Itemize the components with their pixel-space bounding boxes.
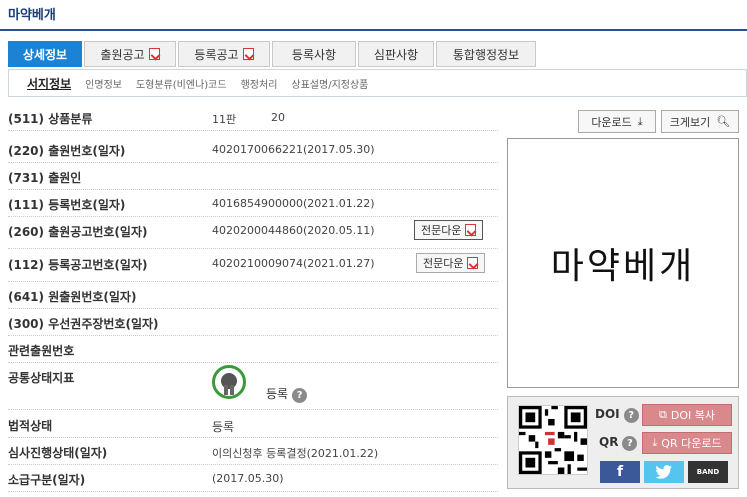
row-value: 4016854900000(2021.01.22): [212, 197, 375, 210]
row-label: (260) 출원공고번호(일자): [8, 225, 148, 239]
sub-tabs: 서지정보 인명정보 도형분류(비엔나)코드 행정처리 상표설명/지정상품: [8, 69, 747, 97]
info-row-legal-status: 법적상태 등록: [8, 411, 498, 438]
doi-label: DOI?: [595, 407, 639, 423]
main-tabs: 상세정보 출원공고 등록공고 등록사항 심판사항 통합행정정보: [8, 41, 538, 67]
info-row-reg-publication: (112) 등록공고번호(일자) 4020210009074(2021.01.2…: [8, 250, 498, 282]
share-panel: DOI? QR? ⧉ DOI 복사 ⤓ QR 다운로드 f BAND: [507, 396, 739, 489]
tab-registration-matters[interactable]: 등록사항: [272, 41, 356, 67]
row-value: 11판: [212, 113, 237, 126]
row-value: 등록: [212, 420, 235, 434]
status-value: 등록?: [266, 385, 308, 403]
trademark-preview: 마약베개: [507, 138, 739, 388]
zoom-button[interactable]: 크게보기 🔍︎: [661, 110, 739, 133]
row-label: (112) 등록공고번호(일자): [8, 258, 148, 272]
row-label: (220) 출원번호(일자): [8, 144, 126, 158]
row-value: (2017.05.30): [212, 472, 284, 485]
row-label: 소급구분(일자): [8, 473, 86, 487]
pdf-icon: [465, 224, 477, 236]
subtab-goods[interactable]: 상표설명/지정상품: [291, 76, 368, 91]
search-icon: 🔍︎: [716, 115, 731, 128]
row-value: 이의신청후 등록결정(2021.01.22): [212, 447, 379, 460]
info-row-priority: (300) 우선권주장번호(일자): [8, 309, 498, 336]
qr-code-icon: [519, 406, 587, 474]
row-label: (511) 상품분류: [8, 112, 93, 126]
help-icon[interactable]: ?: [292, 388, 308, 403]
twitter-icon: [655, 465, 672, 479]
download-icon: ⤓: [652, 436, 658, 449]
doi-copy-button[interactable]: ⧉ DOI 복사: [642, 404, 732, 426]
row-label: 심사진행상태(일자): [8, 446, 108, 460]
row-label: 법적상태: [8, 419, 53, 433]
title-divider: [0, 29, 747, 31]
tab-trial-matters[interactable]: 심판사항: [358, 41, 434, 67]
trademark-mark-text: 마약베개: [550, 246, 696, 287]
help-icon[interactable]: ?: [623, 408, 639, 423]
row-label: (111) 등록번호(일자): [8, 198, 126, 212]
full-text-download-button[interactable]: 전문다운: [416, 253, 486, 273]
help-icon[interactable]: ?: [622, 436, 638, 451]
subtab-admin-process[interactable]: 행정처리: [241, 76, 278, 91]
info-row-original-application: (641) 원출원번호(일자): [8, 282, 498, 309]
subtab-vienna-code[interactable]: 도형분류(비엔나)코드: [136, 76, 227, 91]
subtab-bibliographic[interactable]: 서지정보: [27, 75, 71, 92]
row-label: 공통상태지표: [8, 371, 75, 385]
info-row-class: (511) 상품분류 11판 20: [8, 104, 498, 131]
band-share-button[interactable]: BAND: [688, 461, 728, 483]
row-label: (731) 출원인: [8, 171, 82, 185]
facebook-share-button[interactable]: f: [600, 461, 640, 483]
info-row-applicant: (731) 출원인: [8, 163, 498, 190]
tab-application-publication[interactable]: 출원공고: [84, 41, 176, 67]
full-text-download-button[interactable]: 전문다운: [414, 220, 484, 240]
tab-detail[interactable]: 상세정보: [8, 41, 82, 67]
qr-code: [518, 405, 588, 475]
external-link-icon: ⧉: [659, 408, 667, 421]
info-row-application: (220) 출원번호(일자) 4020170066221(2017.05.30): [8, 136, 498, 163]
info-row-related: 관련출원번호: [8, 336, 498, 363]
row-value-secondary: 20: [271, 111, 285, 124]
pdf-icon: [467, 257, 479, 269]
tab-integrated-admin[interactable]: 통합행정정보: [436, 41, 536, 67]
qr-download-button[interactable]: ⤓ QR 다운로드: [642, 432, 732, 454]
pdf-icon: [242, 48, 254, 60]
download-icon: ⤓: [637, 114, 643, 128]
twitter-share-button[interactable]: [644, 461, 684, 483]
row-label: 관련출원번호: [8, 344, 75, 358]
info-row-retroactive: 소급구분(일자) (2017.05.30): [8, 465, 498, 492]
info-row-app-publication: (260) 출원공고번호(일자) 4020200044860(2020.05.1…: [8, 217, 498, 249]
row-label: (300) 우선권주장번호(일자): [8, 317, 159, 331]
qr-label: QR?: [599, 435, 638, 451]
pdf-icon: [148, 48, 160, 60]
info-row-status: 공통상태지표 등록?: [8, 363, 498, 410]
subtab-person[interactable]: 인명정보: [85, 76, 122, 91]
row-label: (641) 원출원번호(일자): [8, 290, 137, 304]
registered-status-icon: [212, 365, 246, 399]
row-value: 4020210009074(2021.01.27): [212, 257, 375, 270]
download-button[interactable]: 다운로드 ⤓: [578, 110, 656, 133]
info-row-exam-status: 심사진행상태(일자) 이의신청후 등록결정(2021.01.22): [8, 438, 498, 465]
tab-registration-publication[interactable]: 등록공고: [178, 41, 270, 67]
page-title: 마약베개: [8, 8, 56, 23]
info-row-registration: (111) 등록번호(일자) 4016854900000(2021.01.22): [8, 190, 498, 217]
row-value: 4020170066221(2017.05.30): [212, 143, 375, 156]
row-value: 4020200044860(2020.05.11): [212, 224, 375, 237]
